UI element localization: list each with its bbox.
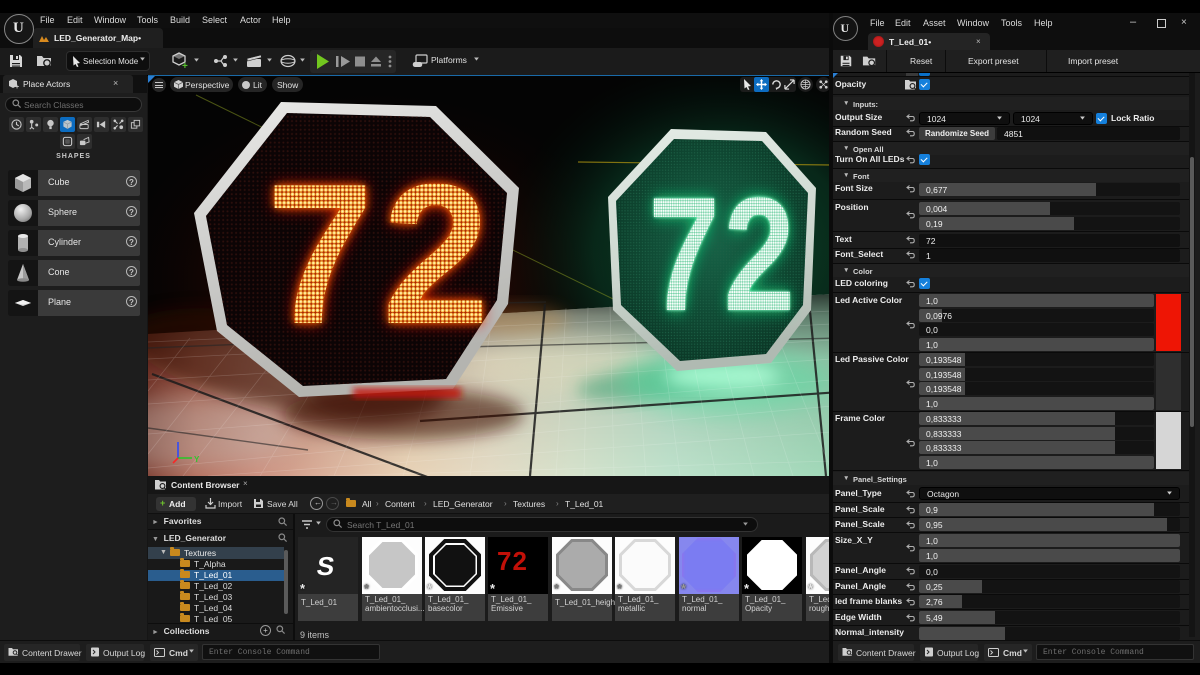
svg-text:Y: Y [194, 455, 200, 464]
svg-text:+: + [15, 84, 19, 90]
svg-text:72: 72 [648, 164, 798, 345]
svg-text:72: 72 [266, 142, 497, 365]
svg-text:+: + [182, 61, 188, 70]
